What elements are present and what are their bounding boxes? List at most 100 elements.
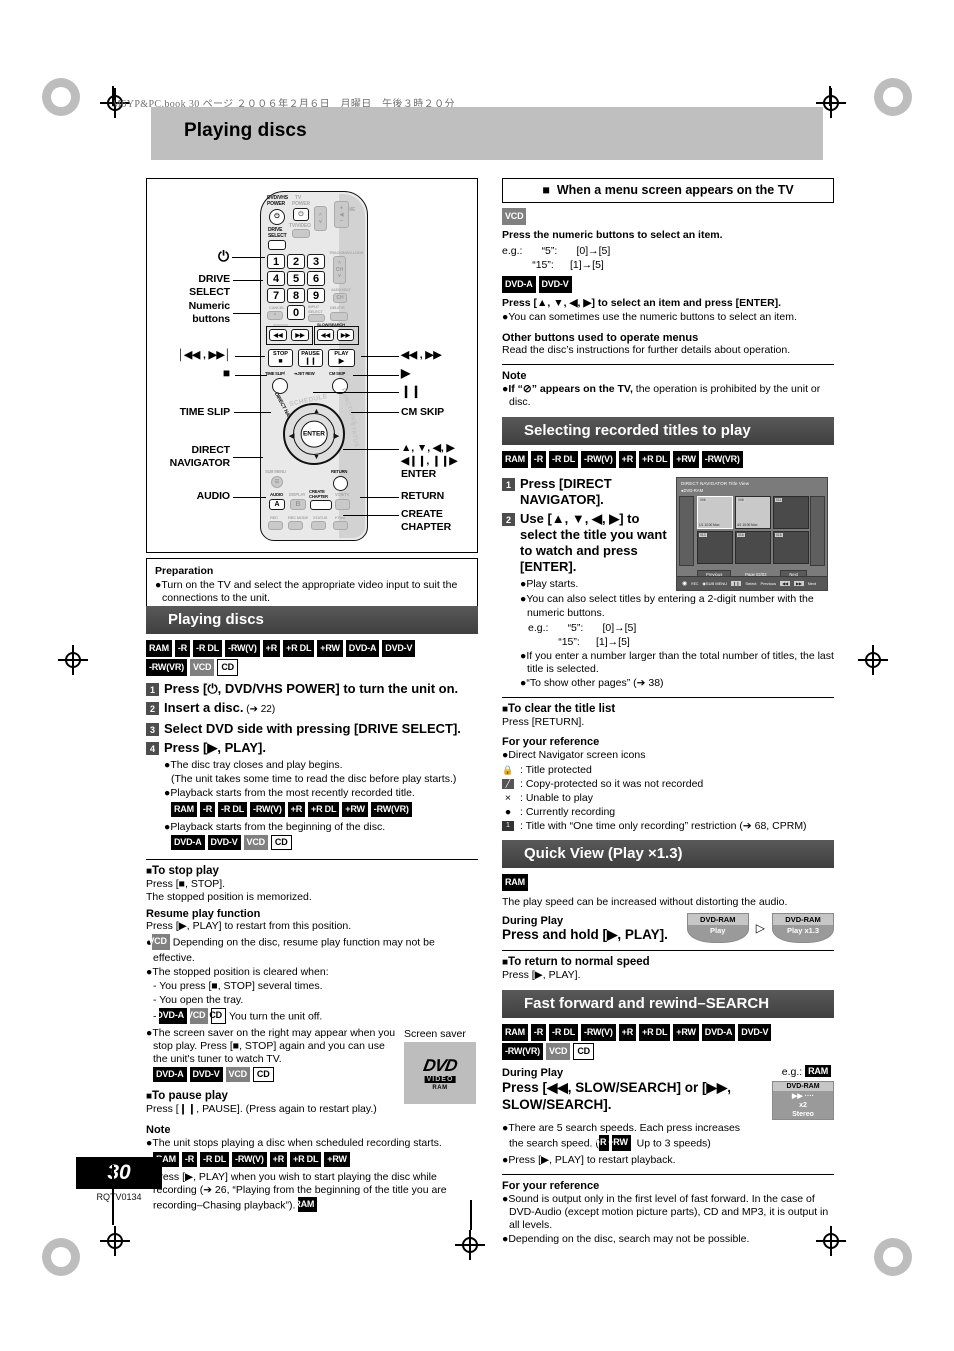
search-rewind-button[interactable]: ◀◀ — [317, 329, 334, 341]
x-icon: × — [504, 791, 512, 804]
dvd-vhs-power-text: DVD/VHS POWER — [267, 195, 288, 207]
divider — [502, 363, 834, 365]
search-forward-button[interactable]: ▶▶ — [337, 329, 354, 341]
leader-search — [361, 356, 399, 358]
numeric-button-6[interactable]: 6 — [307, 271, 325, 286]
create-chapter-text: CREATE CHAPTER — [309, 489, 328, 499]
dn-cell-caption: 4/1 10:00 Mon — [737, 523, 758, 528]
to-stop-play-section: ■To stop play Press [■, STOP]. The stopp… — [146, 865, 478, 1104]
cursor-down-icon[interactable]: ▼ — [313, 454, 320, 461]
stop-button[interactable]: STOP ■ — [268, 349, 293, 367]
disc-tag: -RW(VR) — [502, 1043, 543, 1061]
note-bullet-1: ●The unit stops playing a disc when sche… — [146, 1137, 442, 1150]
audio-dlt-button[interactable]: CH — [333, 293, 347, 303]
dn-cell[interactable]: 008 4/1 10:00 Mon — [735, 496, 771, 530]
numeric-button-4[interactable]: 4 — [267, 271, 285, 286]
numeric-button-1[interactable]: 1 — [267, 254, 285, 269]
dn-right-page-edge — [810, 496, 825, 567]
input-select-button[interactable] — [308, 314, 325, 322]
rec-mode-button[interactable] — [288, 521, 303, 530]
direct-navigator-screenshot-wrap: DIRECT NAVIGATOR Title View ●DVD-RAM 006… — [676, 473, 828, 592]
enter-button[interactable]: ENTER — [300, 420, 328, 448]
cursor-left-icon[interactable]: ◀ — [289, 432, 294, 440]
callout-create-chapter: CREATE CHAPTER — [401, 508, 452, 533]
numeric-button-3[interactable]: 3 — [307, 254, 325, 269]
cancel-button[interactable]: * — [267, 311, 283, 320]
direct-navigator-screenshot: DIRECT NAVIGATOR Title View ●DVD-RAM 006… — [676, 477, 828, 592]
eg-quoted: “15”: — [532, 259, 554, 272]
registration-mark-bottom-right — [874, 1238, 912, 1276]
osd-play: DVD-RAM Play — [686, 913, 749, 944]
clear-title-heading: ■To clear the title list — [502, 703, 616, 716]
step-text: Press [DIRECT NAVIGATOR]. — [520, 476, 612, 508]
numeric-button-7[interactable]: 7 — [267, 288, 285, 303]
search-bullets: ●There are 5 search speeds. Each press i… — [502, 1122, 834, 1167]
trim-tick-left-bottom — [112, 1165, 114, 1225]
volume-rocker[interactable]: + ◀ – — [334, 201, 349, 228]
tracking-rocker[interactable]: ^ CH v — [333, 256, 346, 284]
numeric-button-2[interactable]: 2 — [287, 254, 305, 269]
play-button[interactable]: PLAY ▶ — [328, 349, 355, 367]
ch-rocker[interactable]: ^ v — [314, 206, 327, 231]
disc-tag: -R DL — [200, 1151, 230, 1167]
disc-tag: +R — [618, 451, 637, 469]
preparation-bullet: ●Turn on the TV and select the appropria… — [155, 579, 458, 604]
trim-tick-bottom — [470, 1200, 472, 1230]
cursor-dial[interactable]: ENTER ▲ ▼ ◀ ▶ — [283, 403, 345, 465]
dn-title: DIRECT NAVIGATOR Title View — [681, 481, 750, 487]
numeric-button-9[interactable]: 9 — [307, 288, 325, 303]
disc-tag: +R — [618, 1024, 637, 1042]
search-action-text: Press [◀◀, SLOW/SEARCH] or [▶▶, SLOW/SEA… — [502, 1080, 732, 1113]
dn-cell[interactable]: 006 1/1 10:00 Mon — [697, 496, 733, 530]
disc-tag: +RW — [673, 1024, 699, 1042]
display-button[interactable]: B — [290, 499, 306, 510]
cursor-right-icon[interactable]: ▶ — [334, 432, 339, 440]
dn-rec-label: REC — [691, 581, 699, 586]
numeric-button-8[interactable]: 8 — [287, 288, 305, 303]
dn-cell[interactable]: 016 — [735, 531, 771, 565]
audio-button[interactable]: A — [269, 499, 285, 510]
f-rec-button[interactable] — [333, 521, 348, 530]
bullet: ●There are 5 search speeds. Each press i… — [502, 1122, 741, 1151]
vcd-bullet: ●VCDDepending on the disc, resume play f… — [146, 934, 435, 964]
time-slip-button[interactable] — [272, 378, 288, 394]
tv-power-button[interactable]: ⏻ — [293, 208, 309, 221]
dvd-logo-text: DVD — [421, 1055, 459, 1075]
skip-back-button[interactable]: ◀◀ — [269, 329, 287, 341]
dn-cell-number: 011 — [775, 498, 783, 503]
disc-tag: -RW(VR) — [701, 451, 743, 469]
page-number: 30 — [76, 1157, 162, 1189]
cursor-up-icon[interactable]: ▲ — [313, 408, 320, 415]
create-chapter-button[interactable] — [310, 500, 332, 510]
drive-select-button[interactable] — [268, 240, 286, 250]
dvd-vhs-power-button[interactable]: ⏻ — [269, 209, 285, 225]
status-bottom-button[interactable] — [311, 521, 326, 530]
leader-drive-select — [233, 280, 263, 282]
eg-row-1: e.g.: “5”: [0]→[5] — [502, 244, 834, 258]
numeric-button-5[interactable]: 5 — [287, 271, 305, 286]
return-button[interactable] — [333, 476, 348, 491]
trim-tick-left-top — [112, 86, 114, 106]
delete-button[interactable] — [330, 312, 348, 321]
disc-tag: CD — [217, 659, 238, 676]
dn-cell[interactable]: 018 — [773, 531, 809, 565]
quick-view-tags: RAM — [502, 873, 834, 893]
disc-tag: -RW(V) — [581, 1024, 616, 1042]
leader-skip — [235, 356, 265, 358]
bullet: ●Playback starts from the most recently … — [164, 787, 415, 800]
rec-button[interactable] — [268, 521, 283, 530]
pause-button[interactable]: PAUSE ❙❙ — [298, 349, 323, 367]
vcr-tv-button[interactable] — [335, 499, 350, 510]
selecting-titles-heading: Selecting recorded titles to play — [502, 417, 834, 446]
resume-head: Resume play function — [146, 908, 261, 921]
dn-cell[interactable]: 013 — [697, 531, 733, 565]
sub-menu-button[interactable]: ☰ — [271, 476, 283, 488]
disc-tag: DVD-A — [156, 1008, 187, 1024]
selecting-titles-tags: RAM -R -R DL -RW(V) +R +R DL +RW -RW(VR) — [502, 451, 834, 470]
numeric-button-0[interactable]: 0 — [287, 305, 305, 320]
skip-forward-button[interactable]: ▶▶ — [291, 329, 309, 341]
tv-video-button[interactable] — [292, 229, 310, 238]
dn-bottom-bar: ◉ REC ◉SUB MENU ❙❙ Select Previous ◀◀ ▶▶… — [677, 576, 827, 591]
icon-label: : Unable to play — [520, 791, 593, 804]
dn-cell[interactable]: 011 — [773, 496, 809, 530]
